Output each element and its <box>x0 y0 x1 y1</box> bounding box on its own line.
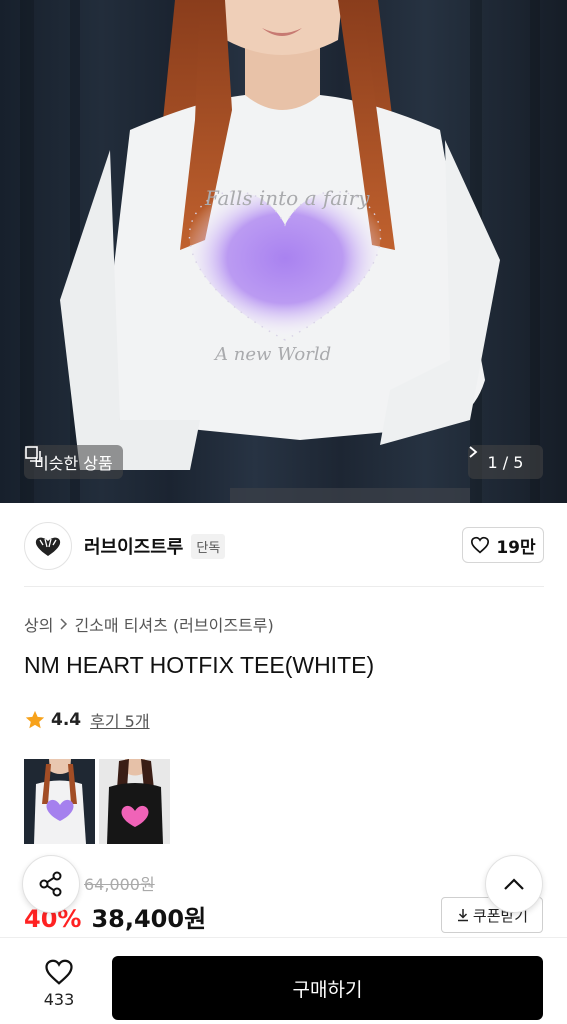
thumbnail-black-image <box>99 759 170 844</box>
svg-text:Falls into a fairy: Falls into a fairy <box>204 186 370 210</box>
product-title: NM HEART HOTFIX TEE(WHITE) <box>24 652 375 678</box>
chevron-up-icon <box>504 878 524 890</box>
review-count-link[interactable]: 후기 5개 <box>90 708 149 732</box>
image-counter-text: 1 / 5 <box>487 452 524 472</box>
bottom-action-bar: 433 구매하기 <box>0 937 567 1024</box>
rating-row: 4.4 후기 5개 <box>24 708 150 732</box>
share-icon <box>39 871 62 897</box>
similar-items-icon <box>25 446 41 462</box>
thumbnail-white[interactable] <box>24 759 95 844</box>
heart-outline-icon <box>45 959 73 985</box>
scroll-top-button[interactable] <box>485 855 543 913</box>
chevron-right-icon <box>469 446 478 458</box>
brand-logo[interactable] <box>24 522 72 570</box>
zebra-heart-logo-icon <box>35 537 61 556</box>
sale-price: 38,400원 <box>91 905 207 933</box>
related-thumbnails <box>24 759 170 844</box>
brand-row: 러브이즈트루 단독 19만 <box>24 520 544 572</box>
download-icon <box>457 909 468 922</box>
exclusive-badge: 단독 <box>191 533 226 559</box>
original-price: 64,000원 <box>84 875 155 894</box>
wishlist-button[interactable]: 433 <box>30 958 88 1009</box>
thumbnail-white-image <box>24 759 95 844</box>
brand-name[interactable]: 러브이즈트루 <box>84 533 183 559</box>
svg-text:A new World: A new World <box>213 344 331 365</box>
product-image-carousel[interactable]: Falls into a fairy A new World 비슷한 상품 1 … <box>0 0 567 503</box>
rating-score: 4.4 <box>51 710 82 730</box>
breadcrumb-category[interactable]: 상의 <box>24 612 53 636</box>
heart-outline-icon <box>471 536 490 554</box>
image-counter[interactable]: 1 / 5 <box>468 445 543 479</box>
brand-like-count: 19만 <box>496 537 536 558</box>
similar-products-label: 비슷한 상품 <box>34 454 113 473</box>
buy-button[interactable]: 구매하기 <box>112 956 543 1020</box>
star-icon <box>25 710 45 729</box>
breadcrumb-subcategory[interactable]: 긴소매 티셔츠 (러브이즈트루) <box>74 612 273 636</box>
divider <box>24 586 544 587</box>
share-button[interactable] <box>22 855 80 913</box>
chevron-right-icon <box>60 618 68 630</box>
similar-products-button[interactable]: 비슷한 상품 <box>24 445 123 479</box>
product-photo: Falls into a fairy A new World <box>20 0 540 503</box>
buy-button-label: 구매하기 <box>292 978 363 1001</box>
breadcrumb: 상의 긴소매 티셔츠 (러브이즈트루) <box>24 612 274 636</box>
brand-like-button[interactable]: 19만 <box>462 527 544 563</box>
wishlist-count: 433 <box>43 990 75 1009</box>
thumbnail-black[interactable] <box>99 759 170 844</box>
